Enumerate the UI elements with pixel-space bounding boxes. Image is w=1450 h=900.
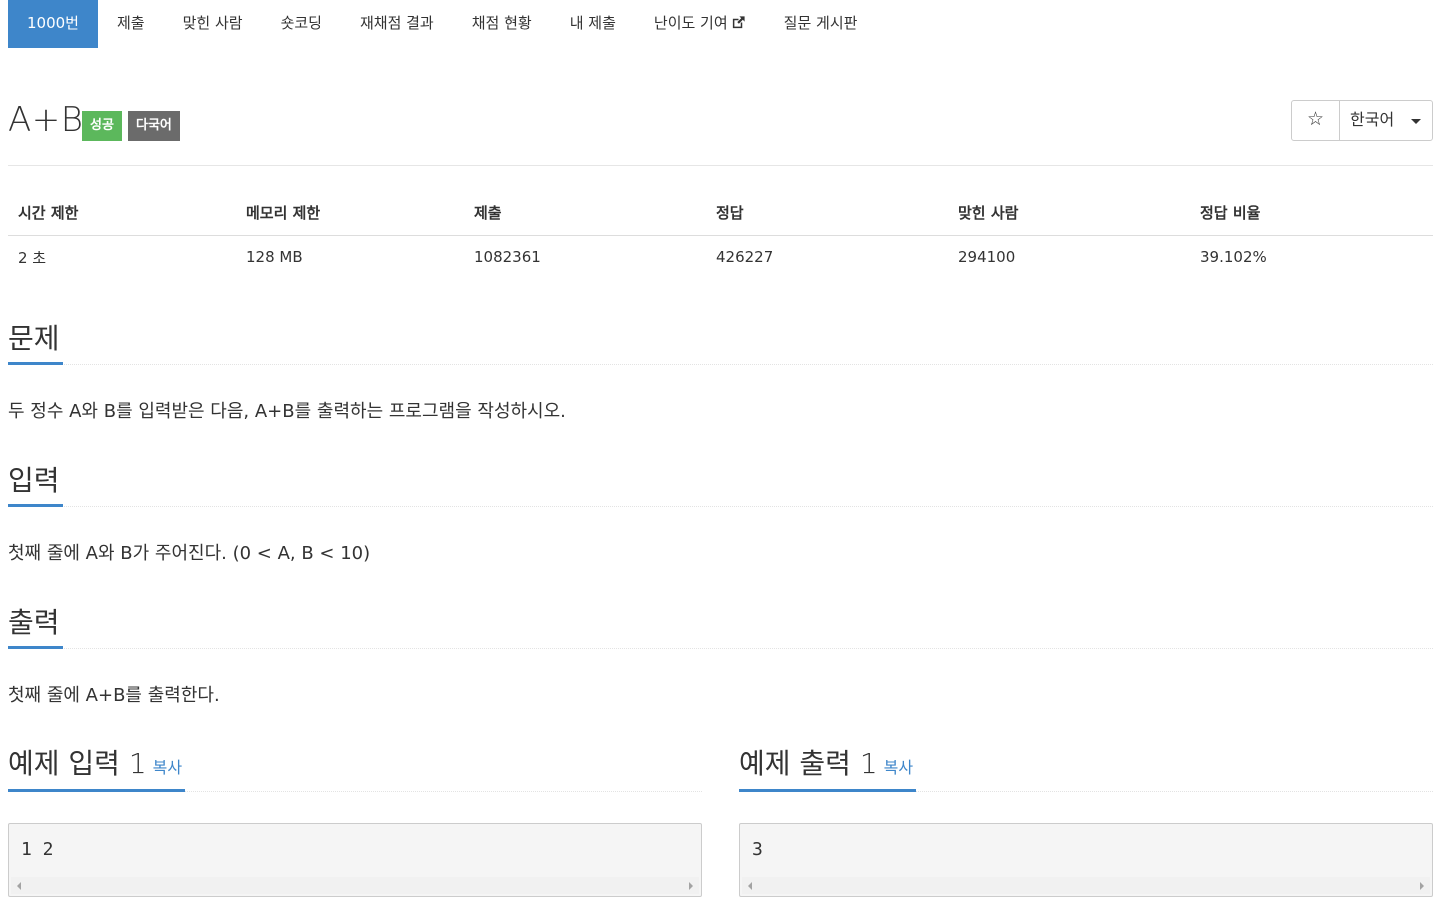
caret-down-icon xyxy=(1411,119,1421,124)
copy-sample-output-button[interactable]: 복사 xyxy=(884,758,913,777)
problem-body: 두 정수 A와 B를 입력받은 다음, A+B를 출력하는 프로그램을 작성하시… xyxy=(8,401,566,422)
time-limit-value: 2 초 xyxy=(18,248,47,267)
sample-output-text: 3 xyxy=(752,839,763,860)
header-solved-users: 맞힌 사람 xyxy=(948,190,1190,236)
scroll-left-icon[interactable] xyxy=(17,882,21,890)
tab-my-submissions[interactable]: 내 제출 xyxy=(551,0,635,48)
scroll-right-icon[interactable] xyxy=(689,882,693,890)
output-body: 첫째 줄에 A+B를 출력한다. xyxy=(8,685,220,706)
problem-info-table: 시간 제한 메모리 제한 제출 정답 맞힌 사람 정답 비율 2 초 128 M… xyxy=(8,190,1433,279)
tab-short-coding[interactable]: 숏코딩 xyxy=(262,0,341,48)
memory-limit-value: 128 MB xyxy=(246,248,303,267)
section-header: 예제 입력 1 복사 xyxy=(8,742,702,792)
header-time-limit: 시간 제한 xyxy=(8,190,236,236)
table-header-row: 시간 제한 메모리 제한 제출 정답 맞힌 사람 정답 비율 xyxy=(8,190,1433,236)
submissions-value: 1082361 xyxy=(474,248,541,267)
sample-input-section: 예제 입력 1 복사 1 2 xyxy=(8,742,702,897)
language-label: 한국어 xyxy=(1350,110,1395,129)
tab-rejudge-results[interactable]: 재채점 결과 xyxy=(341,0,453,48)
tab-qna-board[interactable]: 질문 게시판 xyxy=(765,0,877,48)
tab-difficulty-label: 난이도 기여 xyxy=(653,14,728,32)
sample-input-heading: 예제 입력 1 복사 xyxy=(8,742,186,792)
sample-input-box: 1 2 xyxy=(8,823,702,897)
external-link-icon xyxy=(731,2,746,48)
input-section: 입력 첫째 줄에 A와 B가 주어진다. (0 < A, B < 10) xyxy=(8,463,1433,565)
star-icon: ☆ xyxy=(1306,108,1325,130)
header-accepted: 정답 xyxy=(706,190,948,236)
output-heading: 출력 xyxy=(8,605,63,649)
header-memory-limit: 메모리 제한 xyxy=(236,190,464,236)
output-section: 출력 첫째 줄에 A+B를 출력한다. xyxy=(8,605,1433,707)
scroll-right-icon[interactable] xyxy=(1420,882,1424,890)
tab-submit[interactable]: 제출 xyxy=(98,0,164,48)
accepted-value: 426227 xyxy=(716,248,774,267)
problem-description-section: 문제 두 정수 A와 B를 입력받은 다음, A+B를 출력하는 프로그램을 작… xyxy=(8,321,1433,423)
input-body: 첫째 줄에 A와 B가 주어진다. (0 < A, B < 10) xyxy=(8,543,371,564)
sample-output-title: 예제 출력 1 xyxy=(739,747,878,780)
tab-solved-users[interactable]: 맞힌 사람 xyxy=(164,0,262,48)
section-header: 출력 xyxy=(8,605,1433,649)
tab-difficulty-contribution[interactable]: 난이도 기여 xyxy=(635,0,765,48)
sample-input-text: 1 2 xyxy=(21,839,54,860)
header-accept-ratio: 정답 비율 xyxy=(1190,190,1433,236)
input-heading: 입력 xyxy=(8,463,63,507)
table-row: 2 초 128 MB 1082361 426227 294100 39.102% xyxy=(8,235,1433,279)
copy-sample-input-button[interactable]: 복사 xyxy=(153,758,182,777)
sample-input-title: 예제 입력 1 xyxy=(8,747,147,780)
language-dropdown[interactable]: 한국어 xyxy=(1340,101,1432,140)
horizontal-scrollbar[interactable] xyxy=(742,877,1430,894)
section-header: 예제 출력 1 복사 xyxy=(739,742,1433,792)
tab-judge-status[interactable]: 채점 현황 xyxy=(453,0,551,48)
header-button-group: ☆ 한국어 xyxy=(1291,100,1433,141)
problem-heading: 문제 xyxy=(8,321,63,365)
badge-multilingual: 다국어 xyxy=(128,111,180,141)
status-badge-success: 성공 xyxy=(82,111,122,141)
star-button[interactable]: ☆ xyxy=(1292,101,1340,140)
section-header: 입력 xyxy=(8,463,1433,507)
solved-users-value: 294100 xyxy=(958,248,1016,267)
problem-title: A+B xyxy=(8,100,84,140)
horizontal-scrollbar[interactable] xyxy=(11,877,699,894)
sample-output-box: 3 xyxy=(739,823,1433,897)
tab-problem-number[interactable]: 1000번 xyxy=(8,0,98,48)
sample-output-heading: 예제 출력 1 복사 xyxy=(739,742,917,792)
header-submissions: 제출 xyxy=(464,190,706,236)
section-header: 문제 xyxy=(8,321,1433,365)
problem-tab-nav: 1000번 제출 맞힌 사람 숏코딩 재채점 결과 채점 현황 내 제출 난이도… xyxy=(8,0,876,48)
scroll-left-icon[interactable] xyxy=(748,882,752,890)
accept-ratio-value: 39.102% xyxy=(1200,248,1267,267)
problem-header: A+B 성공 다국어 ☆ 한국어 xyxy=(8,98,1433,166)
sample-output-section: 예제 출력 1 복사 3 xyxy=(739,742,1433,897)
